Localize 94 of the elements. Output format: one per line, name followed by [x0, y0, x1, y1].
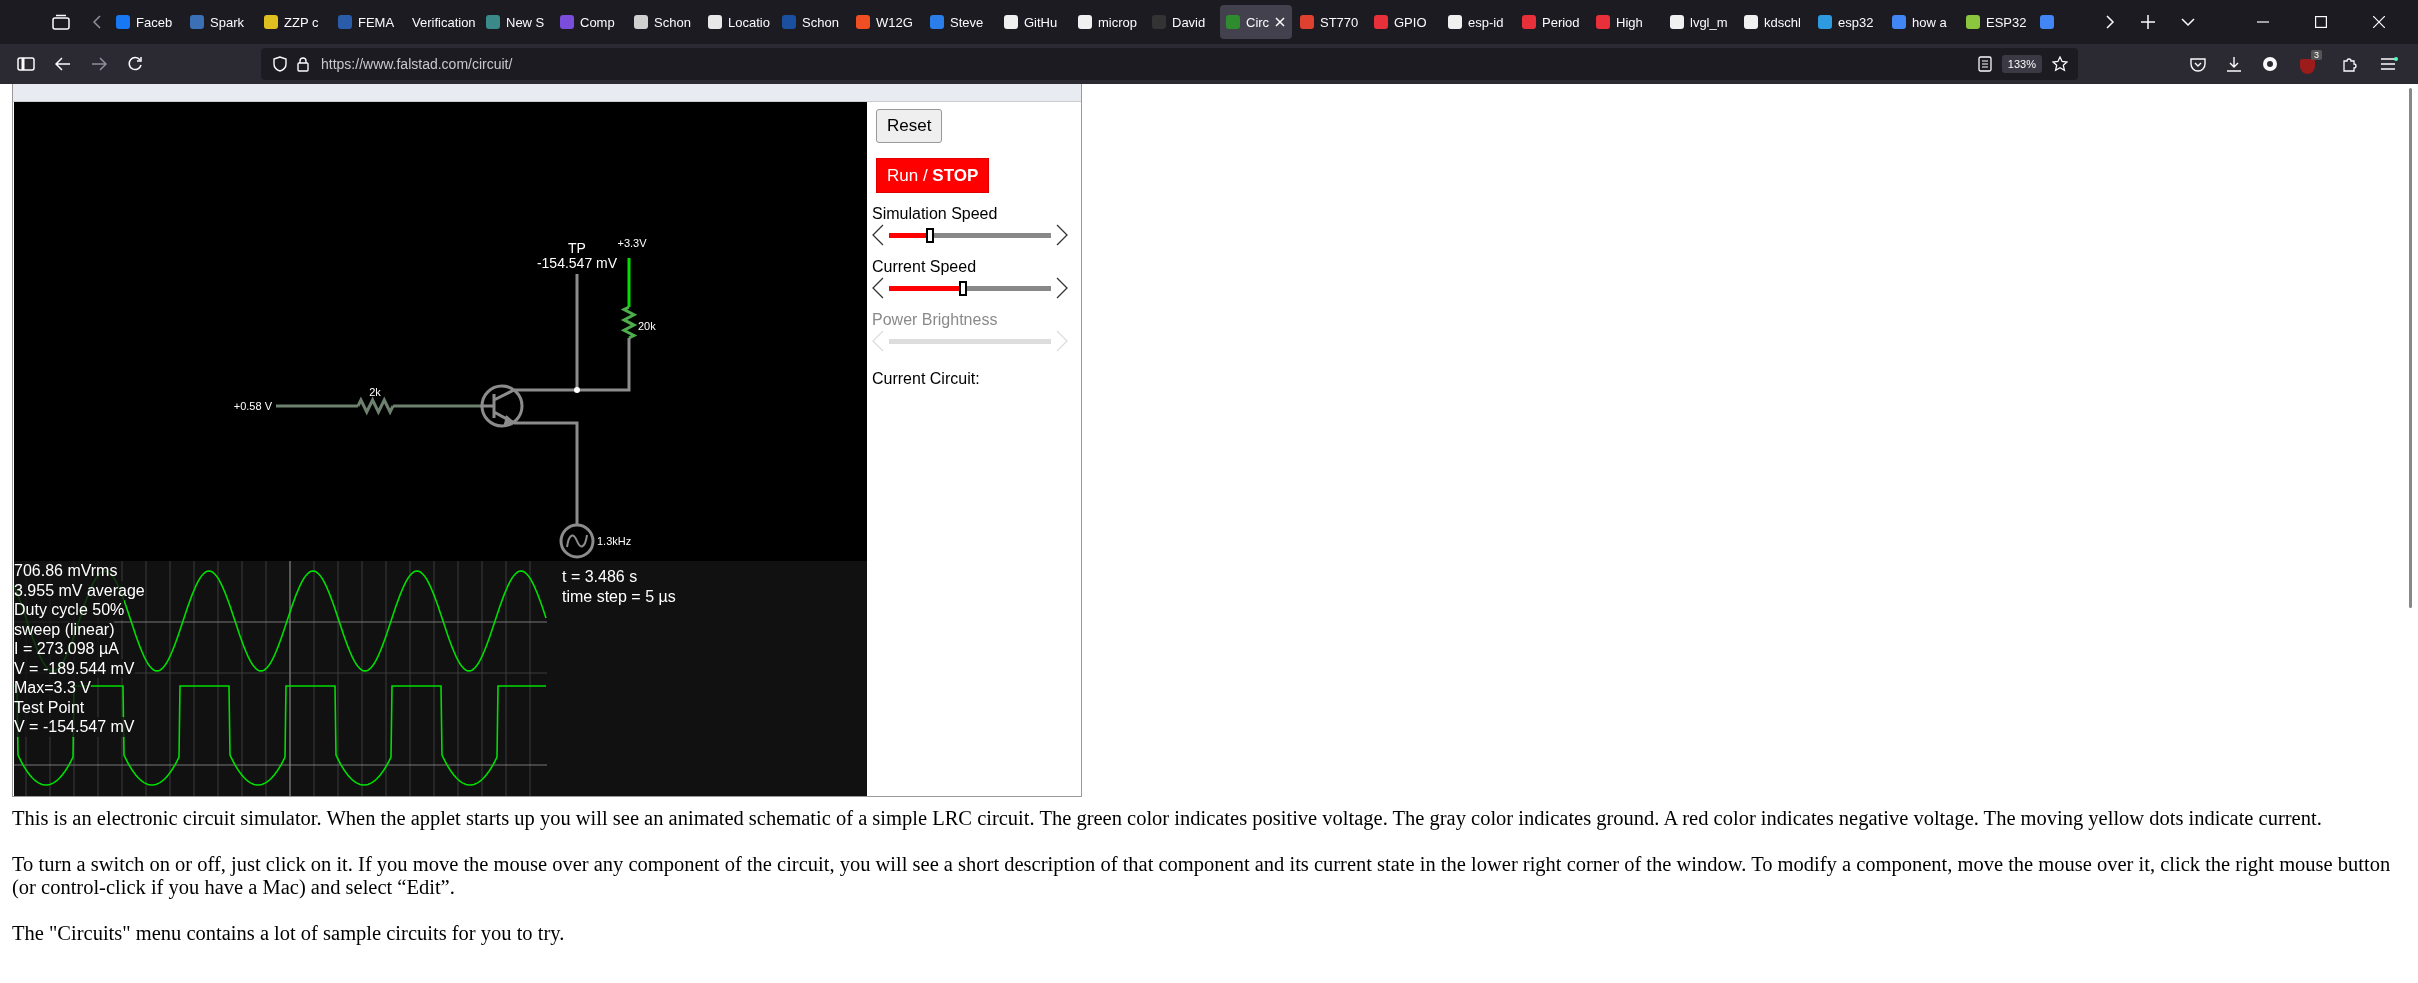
run-stop-button[interactable]: Run / STOP — [876, 158, 990, 193]
resistor-label: 20k — [638, 320, 656, 332]
browser-tab[interactable]: New S — [480, 5, 552, 39]
address-bar[interactable]: https://www.falstad.com/circuit/ 133% — [261, 48, 2078, 80]
scope-readout: Test Point — [14, 697, 85, 717]
reset-button[interactable]: Reset — [876, 109, 943, 143]
scrollbar-thumb[interactable] — [2409, 88, 2412, 608]
zoom-level-badge[interactable]: 133% — [2001, 55, 2042, 73]
browser-tab[interactable]: Locatio — [702, 5, 774, 39]
current-circuit-label: Current Circuit: — [872, 370, 980, 388]
browser-tab[interactable]: W12G — [850, 5, 922, 39]
wire — [627, 258, 631, 307]
source-frequency-label: 1.3kHz — [597, 535, 632, 547]
scope-readout: sweep (linear) — [14, 619, 115, 639]
scope-readout: Duty cycle 50% — [14, 600, 125, 620]
chevron-left-icon — [872, 330, 884, 352]
supply-label: +3.3V — [617, 237, 647, 249]
extension-badge: 3 — [2311, 50, 2322, 60]
chevron-right-icon — [1056, 330, 1068, 352]
browser-tab[interactable]: Circ — [1220, 5, 1292, 39]
slider-thumb[interactable] — [926, 227, 935, 243]
resistor-symbol — [356, 396, 395, 416]
pocket-icon[interactable] — [2190, 56, 2206, 72]
reader-view-icon[interactable] — [1977, 56, 1992, 72]
close-icon[interactable] — [2373, 16, 2385, 28]
forward-arrow-icon — [91, 57, 107, 71]
browser-tab[interactable]: High — [1590, 5, 1662, 39]
description-paragraph: The "Circuits" menu contains a lot of sample circuits for you to try. — [12, 921, 566, 945]
scope-readout: V = -189.544 mV — [14, 658, 135, 678]
puzzle-icon[interactable] — [2342, 56, 2358, 72]
plus-icon[interactable] — [2141, 15, 2155, 29]
browser-tab[interactable]: kdschl — [1738, 5, 1810, 39]
lock-icon[interactable] — [297, 56, 309, 72]
browser-tab[interactable]: Spark — [184, 5, 256, 39]
chevron-down-icon[interactable] — [2181, 17, 2195, 27]
browser-tab[interactable]: David — [1146, 5, 1218, 39]
browser-tab[interactable]: Faceb — [110, 5, 182, 39]
browser-tab[interactable]: GitHu — [998, 5, 1070, 39]
menu-icon[interactable] — [2380, 57, 2398, 71]
scope-readout: 3.955 mV average — [14, 580, 145, 600]
maximize-icon[interactable] — [2315, 16, 2327, 28]
browser-tab[interactable]: how a — [1886, 5, 1958, 39]
browser-tab[interactable]: ZZP c — [258, 5, 330, 39]
simulation-info: time step = 5 µs — [562, 586, 676, 606]
browser-tab[interactable]: esp-id — [1442, 5, 1514, 39]
browser-tab[interactable]: Steve — [924, 5, 996, 39]
reload-icon[interactable] — [127, 56, 143, 72]
slider-label: Simulation Speed — [872, 205, 998, 223]
junction-dot — [574, 387, 580, 393]
sidebar-icon[interactable] — [17, 57, 35, 71]
browser-tab[interactable]: GPIO — [1368, 5, 1440, 39]
slider-thumb[interactable] — [958, 280, 967, 296]
slider-label: Current Speed — [872, 258, 977, 276]
chevron-left-icon[interactable] — [92, 14, 102, 30]
extension-icon[interactable] — [2262, 56, 2278, 72]
browser-tab[interactable]: ESP32 — [1960, 5, 2032, 39]
close-icon[interactable] — [1275, 17, 1286, 27]
slider-label: Power Brightness — [872, 311, 998, 329]
browser-tab[interactable]: FEMA — [332, 5, 404, 39]
circuit-canvas[interactable]: TP -154.547 mV +3.3V 20k +0.58 V 2k 1.3kHz — [14, 102, 867, 561]
chevron-right-icon[interactable] — [1056, 277, 1068, 299]
browser-tab[interactable]: Schon — [628, 5, 700, 39]
browser-tab[interactable]: Period — [1516, 5, 1588, 39]
browser-tab[interactable]: Comp — [554, 5, 626, 39]
chevron-left-icon[interactable] — [872, 224, 884, 246]
resistor-symbol — [620, 305, 638, 340]
transistor-symbol — [478, 384, 524, 428]
back-arrow-icon[interactable] — [55, 57, 71, 71]
scope-readout: Max=3.3 V — [14, 678, 91, 698]
simulation-info: t = 3.486 s — [562, 567, 639, 587]
browser-tab[interactable]: microp — [1072, 5, 1144, 39]
test-point-value: -154.547 mV — [536, 255, 618, 271]
browser-tab[interactable]: Schon — [776, 5, 848, 39]
tab-overview-icon[interactable] — [52, 14, 70, 30]
shield-icon[interactable] — [273, 56, 287, 72]
browser-tab[interactable]: ST770 — [1294, 5, 1366, 39]
ac-source-symbol — [559, 523, 595, 559]
star-icon[interactable] — [2052, 56, 2068, 72]
description-paragraph: This is an electronic circuit simulator. When the applet starts up you will see an animated schematic of a simple LRC circuit. The green color indicates positive voltage. The gray color indicates ground. A red color indicates negative voltage. The moving yellow dots indicate current. — [12, 807, 2323, 831]
description-paragraph: To turn a switch on or off, just click on it. If you move the mouse over any component of the circuit, you will see a short description of that component and its current state in the lower right corner of the window. To modify a component, move the mouse over it, click the right mouse button (or control-click if you have a Mac) and select “Edit”. — [12, 852, 2392, 900]
scope-readout: 706.86 mVrms — [14, 561, 118, 581]
resistor-label: 2k — [369, 386, 381, 398]
test-point-label: TP — [568, 240, 586, 256]
download-icon[interactable] — [2226, 56, 2242, 72]
browser-tab[interactable]: lvgl_m — [1664, 5, 1736, 39]
browser-tab[interactable]: Verification — [406, 5, 478, 39]
browser-tab[interactable]: esp32 — [1812, 5, 1884, 39]
scope-readout: V = -154.547 mV — [14, 717, 135, 737]
url-text: https://www.falstad.com/circuit/ — [321, 56, 513, 72]
chevron-left-icon[interactable] — [872, 277, 884, 299]
oscilloscope-plot[interactable]: 706.86 mVrms 3.955 mV average Duty cycle 50% sweep (linear) I = 273.098 µA V = -189.544 mV Max=3.3 V Test Point V = -154.547 mV — [14, 561, 547, 796]
input-voltage-label: +0.58 V — [233, 400, 272, 412]
chevron-right-icon[interactable] — [1056, 224, 1068, 246]
scope-readout: I = 273.098 µA — [14, 639, 119, 659]
